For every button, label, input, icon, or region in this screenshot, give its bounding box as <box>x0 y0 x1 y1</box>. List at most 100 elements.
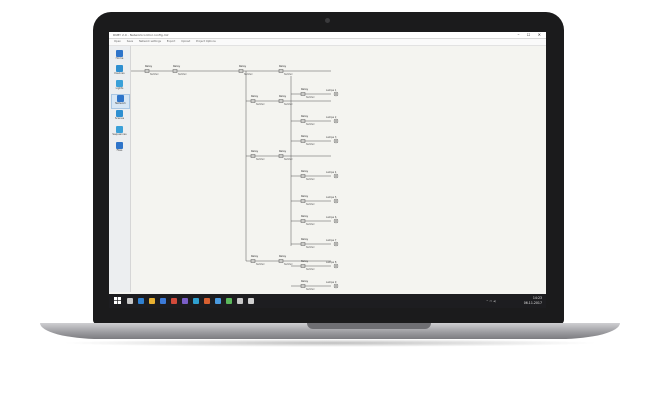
relay-label: Relay <box>279 94 287 98</box>
lamp-label: Lampe 8 <box>326 261 337 264</box>
relay-label: Relay <box>301 114 309 118</box>
window-controls[interactable]: – ☐ ✕ <box>518 32 544 38</box>
window-title: RUBY 2.0 - Networkcontrol config.mlr <box>113 33 169 37</box>
device-label: Netzteil <box>284 73 293 76</box>
taskbar-app-icon[interactable] <box>149 298 155 304</box>
taskbar-app-icon[interactable] <box>204 298 210 304</box>
network-icon <box>117 95 124 102</box>
relay-label: Relay <box>301 87 309 91</box>
device-label: Netzteil <box>306 223 315 226</box>
taskbar-app-icon[interactable] <box>226 298 232 304</box>
taskbar-clock[interactable]: 14:23 06.11.2017 <box>524 296 542 305</box>
sidebar-item-label: Home <box>115 57 124 60</box>
laptop-notch <box>307 323 431 329</box>
relay-label: Relay <box>279 64 287 68</box>
sidebar-item-home[interactable]: Home <box>111 50 128 63</box>
lamp-label: Lampe 2 <box>326 116 337 119</box>
device-label: Netzteil <box>306 96 315 99</box>
lamp-label: Lampe 7 <box>326 239 337 242</box>
relay-label: Relay <box>301 169 309 173</box>
device-label: Netzteil <box>306 246 315 249</box>
toolbar-upload-button[interactable]: Upload <box>181 40 190 43</box>
relay-label: Relay <box>251 149 259 153</box>
sidebar-item-label: Devices <box>114 72 125 75</box>
device-label: Netzteil <box>178 73 187 76</box>
taskbar-app-icon[interactable] <box>237 298 243 304</box>
clock-date: 06.11.2017 <box>523 300 542 305</box>
taskbar-app-icon[interactable] <box>127 298 133 304</box>
devices-icon <box>116 65 123 72</box>
laptop-shadow <box>60 339 600 347</box>
relay-label: Relay <box>173 64 181 68</box>
sidebar-item-label: Files <box>116 149 123 152</box>
device-label: Netzteil <box>284 158 293 161</box>
sidebar-item-lights[interactable]: Lights <box>111 80 128 93</box>
taskbar-app-icon[interactable] <box>171 298 177 304</box>
taskbar-app-icon[interactable] <box>160 298 166 304</box>
relay-label: Relay <box>301 214 309 218</box>
device-label: Netzteil <box>256 158 265 161</box>
sidebar-item-network[interactable]: Network <box>111 94 130 109</box>
relay-label: Relay <box>301 134 309 138</box>
network-diagram: Relay Netzteil Relay Netzteil Relay Netzteil R… <box>131 64 339 291</box>
taskbar-app-icon[interactable] <box>248 298 254 304</box>
device-label: Netzteil <box>306 268 315 271</box>
toolbar-export-button[interactable]: Export <box>167 40 176 43</box>
device-label: Netzteil <box>244 73 253 76</box>
device-label: Netzteil <box>284 103 293 106</box>
relay-label: Relay <box>239 64 247 68</box>
device-label: Netzteil <box>306 178 315 181</box>
device-label: Netzteil <box>284 263 293 266</box>
webcam <box>325 18 330 23</box>
window-titlebar: RUBY 2.0 - Networkcontrol config.mlr – ☐… <box>109 32 546 39</box>
device-label: Netzteil <box>306 288 315 291</box>
device-label: Netzteil <box>306 143 315 146</box>
sidebar-item-label: Lights <box>115 87 124 90</box>
laptop-base <box>40 323 620 339</box>
sidebar: Home Devices Lights Network Scenes Seque… <box>109 46 131 292</box>
relay-label: Relay <box>251 254 259 258</box>
lamp-label: Lampe 9 <box>326 281 337 284</box>
sidebar-item-files[interactable]: Files <box>111 142 128 155</box>
lamp-label: Lampe 6 <box>326 216 337 219</box>
lamp-label: Lampe 1 <box>326 89 337 92</box>
device-label: Netzteil <box>306 123 315 126</box>
lamp-label: Lampe 5 <box>326 196 337 199</box>
toolbar-save-button[interactable]: Save <box>127 40 133 43</box>
lamp-label: Lampe 3 <box>326 136 337 139</box>
files-icon <box>116 142 123 149</box>
network-diagram-canvas[interactable]: Relay Netzteil Relay Netzteil Relay Netzteil R… <box>131 46 546 292</box>
taskbar: ^ ▭ ◂) 14:23 06.11.2017 <box>109 294 546 308</box>
lamp-label: Lampe 4 <box>326 171 337 174</box>
relay-label: Relay <box>301 279 309 283</box>
sequences-icon <box>116 126 123 133</box>
taskbar-app-icon[interactable] <box>182 298 188 304</box>
relay-label: Relay <box>301 259 309 263</box>
device-label: Netzteil <box>150 73 159 76</box>
relay-label: Relay <box>145 64 153 68</box>
relay-label: Relay <box>279 254 287 258</box>
sidebar-item-sequences[interactable]: Sequences <box>111 126 128 139</box>
toolbar: Open Save Network settings Export Upload… <box>109 39 546 46</box>
device-label: Netzteil <box>306 203 315 206</box>
laptop-screen: RUBY 2.0 - Networkcontrol config.mlr – ☐… <box>109 32 546 308</box>
system-tray[interactable]: ^ ▭ ◂) <box>486 299 516 303</box>
toolbar-open-button[interactable]: Open <box>114 40 121 43</box>
relay-label: Relay <box>301 194 309 198</box>
taskbar-app-icon[interactable] <box>215 298 221 304</box>
sidebar-item-label: Scenes <box>114 117 125 120</box>
lights-icon <box>116 80 123 87</box>
taskbar-app-icon[interactable] <box>193 298 199 304</box>
toolbar-project-options-button[interactable]: Project Options <box>196 40 216 43</box>
taskbar-app-icon[interactable] <box>138 298 144 304</box>
sidebar-item-label: Sequences <box>112 133 127 136</box>
device-label: Netzteil <box>256 263 265 266</box>
toolbar-network-settings-button[interactable]: Network settings <box>139 40 161 43</box>
relay-label: Relay <box>251 94 259 98</box>
windows-start-icon[interactable] <box>114 297 121 304</box>
sidebar-item-scenes[interactable]: Scenes <box>111 110 128 123</box>
sidebar-item-label: Network <box>115 102 126 105</box>
sidebar-item-devices[interactable]: Devices <box>111 65 128 78</box>
home-icon <box>116 50 123 57</box>
relay-label: Relay <box>279 149 287 153</box>
